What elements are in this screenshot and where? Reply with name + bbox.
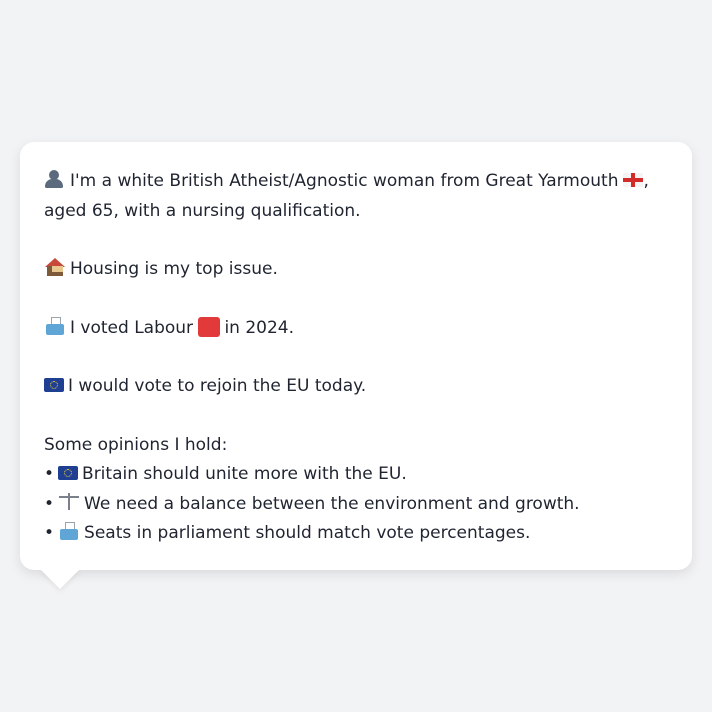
eu-flag-icon — [58, 466, 79, 480]
ballot-box-icon — [44, 316, 66, 335]
scales-icon — [58, 492, 80, 511]
bullet: • — [44, 523, 55, 543]
voted-text: I voted Labour — [70, 317, 194, 338]
speech-bubble-tail — [40, 569, 80, 589]
intro-line: I'm a white British Atheist/Agnostic wom… — [44, 167, 670, 226]
red-square-icon — [198, 316, 221, 337]
opinion-text: We need a balance between the environmen… — [84, 493, 580, 514]
person-silhouette-icon — [44, 170, 66, 188]
opinion-item: • Britain should unite more with the EU. — [44, 460, 670, 490]
eu-line: I would vote to rejoin the EU today. — [44, 372, 670, 402]
house-icon — [44, 258, 66, 276]
opinion-text: Seats in parliament should match vote pe… — [84, 523, 531, 543]
eu-text: I would vote to rejoin the EU today. — [68, 376, 367, 396]
housing-text: Housing is my top issue. — [70, 259, 278, 279]
bullet: • — [44, 464, 55, 484]
england-flag-icon — [623, 173, 644, 187]
housing-line: Housing is my top issue. — [44, 255, 670, 285]
bullet: • — [44, 493, 55, 514]
vote-history-line: I voted Labour in 2024. — [44, 314, 670, 344]
opinion-text: Britain should unite more with the EU. — [82, 464, 407, 484]
eu-flag-icon — [44, 378, 64, 392]
ballot-box-icon — [58, 522, 80, 540]
opinion-item: • Seats in parliament should match vote p… — [44, 519, 670, 549]
opinion-item: • We need a balance between the environme… — [44, 490, 670, 520]
voted-year-text: in 2024. — [224, 317, 295, 338]
persona-speech-bubble: I'm a white British Atheist/Agnostic wom… — [20, 142, 692, 570]
intro-text: I'm a white British Atheist/Agnostic wom… — [70, 171, 619, 191]
opinions-heading: Some opinions I hold: — [44, 434, 228, 455]
